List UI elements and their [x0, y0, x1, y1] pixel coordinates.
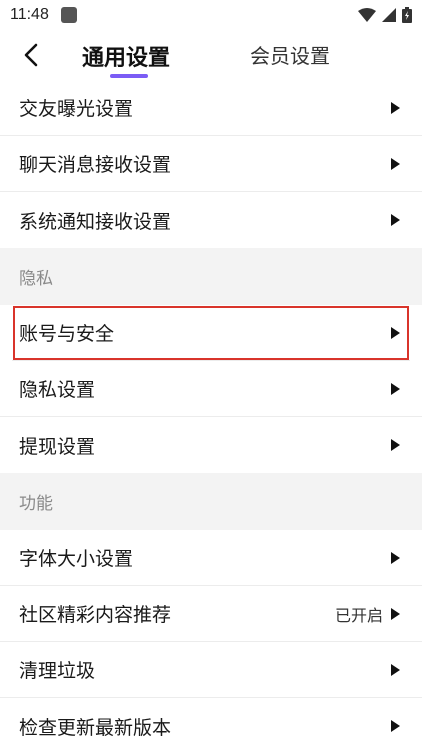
app-notification-icon	[60, 7, 77, 23]
wifi-icon	[358, 8, 376, 22]
tab-general-settings[interactable]: 通用设置	[82, 40, 170, 72]
arrow-right-icon	[391, 607, 400, 620]
top-nav: 通用设置 会员设置	[0, 30, 422, 80]
status-bar: 11:48	[0, 0, 422, 30]
list-item-chat-message-settings[interactable]: 聊天消息接收设置	[0, 136, 422, 192]
arrow-right-icon	[391, 663, 400, 676]
list-item-label: 隐私设置	[19, 379, 96, 401]
back-button[interactable]	[14, 38, 48, 72]
list-item-account-security[interactable]: 账号与安全	[12, 305, 410, 361]
list-item-community-recommendation[interactable]: 社区精彩内容推荐 已开启	[0, 586, 422, 642]
chevron-left-icon	[24, 43, 38, 67]
list-item-withdraw-settings[interactable]: 提现设置	[0, 417, 422, 473]
battery-icon	[402, 7, 412, 23]
arrow-right-icon	[391, 326, 400, 339]
arrow-right-icon	[391, 439, 400, 451]
arrow-right-icon	[391, 720, 400, 732]
list-item-check-update[interactable]: 检查更新最新版本	[0, 698, 422, 754]
list-item-label: 社区精彩内容推荐	[19, 604, 172, 626]
list-item-label: 交友曝光设置	[19, 98, 134, 120]
signal-icon	[382, 8, 396, 22]
arrow-right-icon	[391, 214, 400, 226]
settings-list: 交友曝光设置 聊天消息接收设置 系统通知接收设置 隐私 账号与安全 隐私设置 提…	[0, 80, 422, 754]
list-item-label: 提现设置	[19, 435, 96, 458]
status-value: 已开启	[334, 605, 383, 625]
active-tab-indicator	[110, 74, 148, 78]
list-item-system-notification[interactable]: 系统通知接收设置	[0, 192, 422, 248]
list-item-clear-cache[interactable]: 清理垃圾	[0, 642, 422, 698]
arrow-right-icon	[391, 157, 400, 170]
section-header-features: 功能	[0, 473, 422, 530]
arrow-right-icon	[391, 551, 400, 564]
list-item-label: 检查更新最新版本	[19, 716, 172, 739]
list-item-privacy-settings[interactable]: 隐私设置	[0, 361, 422, 417]
list-item-font-size[interactable]: 字体大小设置	[0, 530, 422, 586]
section-header-privacy: 隐私	[0, 248, 422, 305]
tab-member-settings[interactable]: 会员设置	[250, 40, 330, 69]
list-item-label: 系统通知接收设置	[19, 210, 172, 233]
arrow-right-icon	[391, 101, 400, 114]
status-icons	[358, 7, 412, 23]
list-item-label: 聊天消息接收设置	[19, 154, 172, 176]
list-item-label: 清理垃圾	[19, 660, 96, 682]
list-item-label: 账号与安全	[19, 323, 115, 345]
list-item-label: 字体大小设置	[19, 548, 134, 570]
list-item-dating-exposure[interactable]: 交友曝光设置	[0, 80, 422, 136]
arrow-right-icon	[391, 382, 400, 395]
status-time: 11:48	[10, 6, 49, 23]
